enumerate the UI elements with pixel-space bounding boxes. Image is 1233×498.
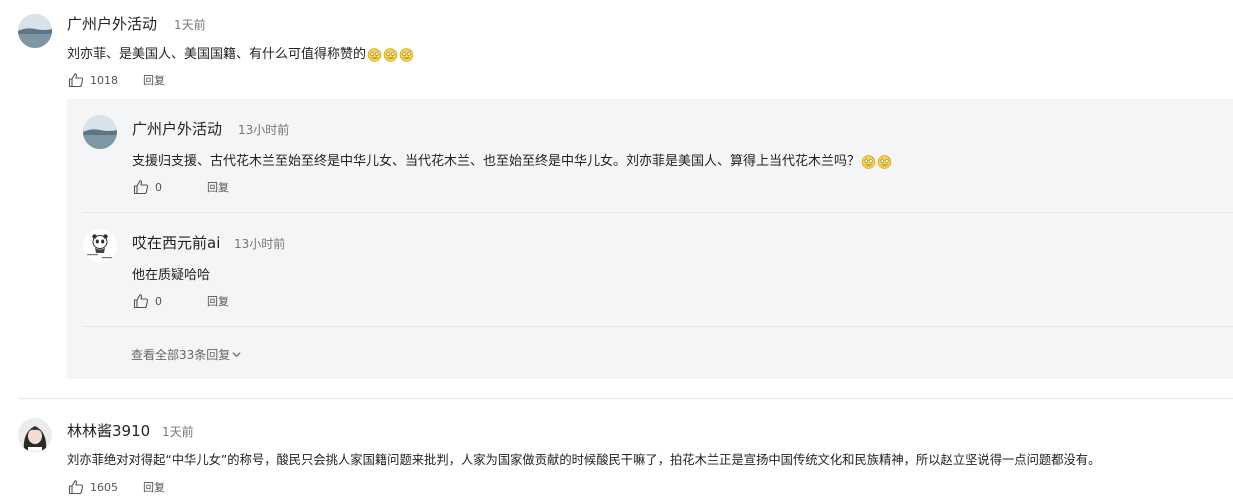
thumbs-up-icon[interactable]: [133, 179, 149, 195]
timestamp: 1天前: [174, 18, 206, 32]
awkward-smile-emoji-icon: [877, 154, 892, 169]
like-button[interactable]: 0: [133, 293, 162, 309]
username[interactable]: 林林酱3910: [67, 420, 150, 441]
reply-thread: 广州户外活动 13小时前 支援归支援、古代花木兰至始至终是中华儿女、当代花木兰、…: [67, 99, 1233, 379]
view-all-replies-label: 查看全部33条回复: [131, 348, 231, 362]
reply-username[interactable]: 哎在西元前ai: [132, 232, 220, 253]
reply-username[interactable]: 广州户外活动: [132, 118, 222, 139]
reply-text: 支援归支援、古代花木兰至始至终是中华儿女、当代花木兰、也至始至终是中华儿女。刘亦…: [132, 150, 892, 169]
comment-text: 刘亦菲、是美国人、美国国籍、有什么可值得称赞的: [67, 43, 414, 62]
reply-timestamp: 13小时前: [234, 237, 286, 251]
comment-text-body: 刘亦菲、是美国人、美国国籍、有什么可值得称赞的: [67, 47, 367, 62]
reply-text-body: 支援归支援、古代花木兰至始至终是中华儿女、当代花木兰、也至始至终是中华儿女。刘亦…: [132, 154, 861, 169]
reply-actions: 0 回复: [133, 179, 229, 195]
chevron-down-icon: [231, 349, 242, 360]
reply-text: 他在质疑哈哈: [132, 268, 211, 283]
comment-item: 广州户外活动 1天前 刘亦菲、是美国人、美国国籍、有什么可值得称赞的 1018 …: [0, 0, 1233, 99]
awkward-smile-emoji-icon: [399, 47, 414, 62]
thumbs-up-icon[interactable]: [68, 72, 84, 88]
reply-button[interactable]: 回复: [207, 293, 229, 309]
comment-item: 林林酱3910 1天前 刘亦菲绝对对得起“中华儿女”的称号，酸民只会挑人家国籍问…: [0, 399, 1233, 498]
awkward-smile-emoji-icon: [383, 47, 398, 62]
like-button[interactable]: 0: [133, 179, 162, 195]
reply-divider: [82, 326, 1233, 327]
comment-text: 刘亦菲绝对对得起“中华儿女”的称号，酸民只会挑人家国籍问题来批判，人家为国家做贡…: [67, 453, 1101, 467]
thumbs-up-icon[interactable]: [68, 479, 84, 495]
reply-divider: [82, 212, 1233, 213]
reply-user-avatar[interactable]: [83, 229, 117, 263]
view-all-replies-link[interactable]: 查看全部33条回复: [131, 346, 242, 363]
reply-actions: 0 回复: [133, 293, 229, 309]
like-button[interactable]: 1018: [68, 72, 118, 88]
comment-actions: 1605 回复: [68, 479, 165, 495]
reply-button[interactable]: 回复: [207, 179, 229, 195]
like-count: 0: [155, 180, 162, 194]
user-avatar[interactable]: [18, 14, 52, 48]
like-count: 1605: [90, 480, 118, 494]
like-count: 0: [155, 294, 162, 308]
username[interactable]: 广州户外活动: [67, 13, 157, 34]
awkward-smile-emoji-icon: [861, 154, 876, 169]
timestamp: 1天前: [162, 425, 194, 439]
thumbs-up-icon[interactable]: [133, 293, 149, 309]
comment-actions: 1018 回复: [68, 72, 165, 88]
reply-timestamp: 13小时前: [238, 123, 290, 137]
like-count: 1018: [90, 73, 118, 87]
reply-user-avatar[interactable]: [83, 115, 117, 149]
awkward-smile-emoji-icon: [367, 47, 382, 62]
user-avatar[interactable]: [18, 418, 52, 452]
like-button[interactable]: 1605: [68, 479, 118, 495]
reply-button[interactable]: 回复: [143, 72, 165, 88]
reply-button[interactable]: 回复: [143, 479, 165, 495]
